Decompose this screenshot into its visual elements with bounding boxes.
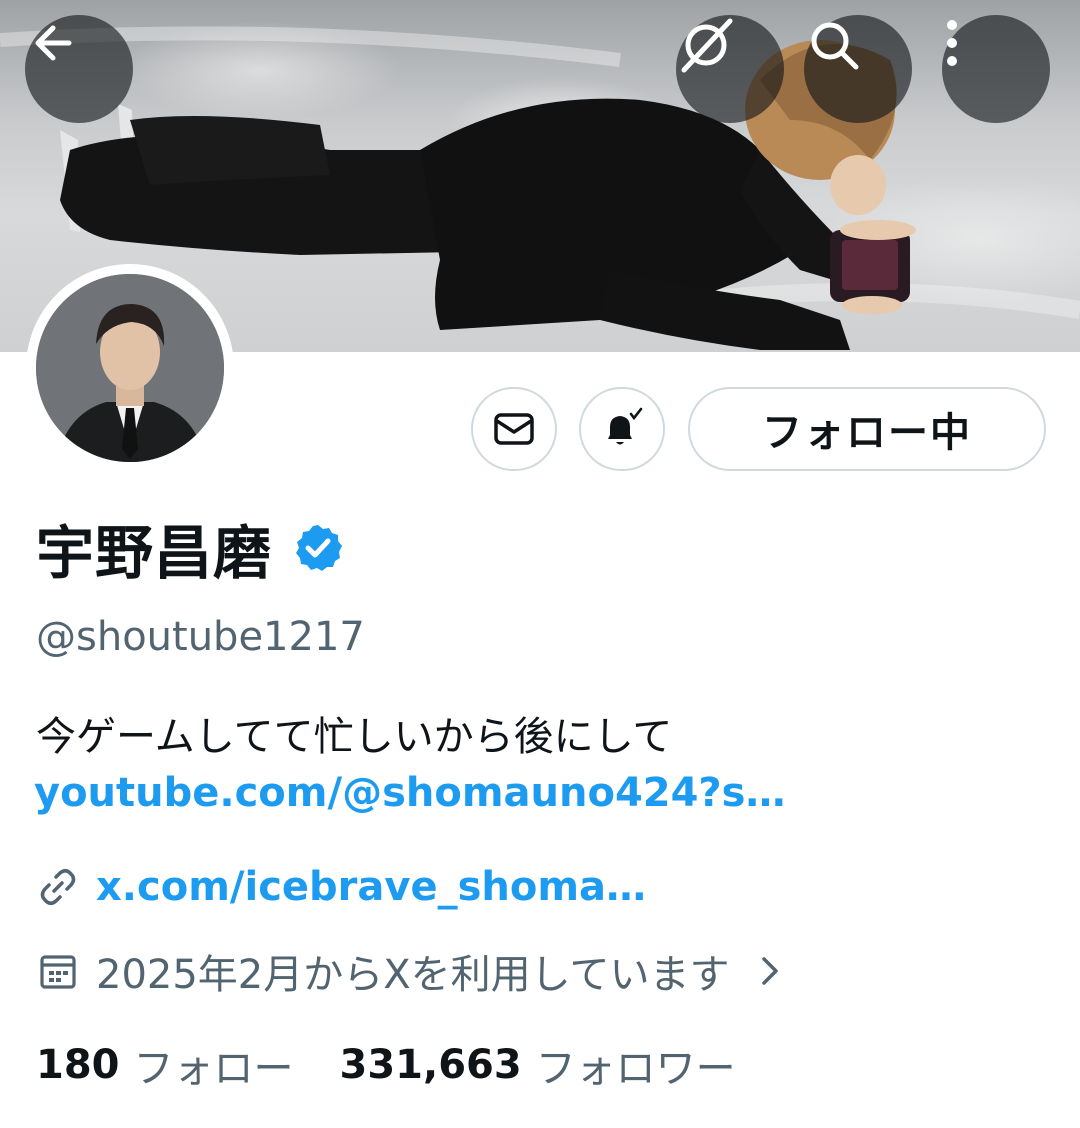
display-name: 宇野昌磨 [36, 519, 273, 587]
chevron-right-icon [762, 957, 779, 985]
followers-stat[interactable]: 331,663 フォロワー [340, 1036, 736, 1094]
grok-button[interactable] [676, 15, 784, 123]
joined-date: 2025年2月からXを利用しています [96, 952, 730, 998]
follow-stats: 180 フォロー 331,663 フォロワー [36, 1036, 736, 1094]
grok-icon [681, 18, 733, 73]
mail-icon [494, 413, 534, 445]
website-link[interactable]: x.com/icebrave_shoma… [96, 864, 646, 910]
more-button[interactable] [942, 15, 1050, 123]
display-name-row: 宇野昌磨 [36, 506, 344, 590]
joined-row[interactable]: 2025年2月からXを利用しています [36, 942, 785, 1000]
user-handle: @shoutube1217 [36, 614, 365, 660]
followers-label: フォロワー [535, 1046, 736, 1092]
notifications-button[interactable] [579, 387, 665, 471]
following-label: フォロー [133, 1046, 294, 1092]
message-button[interactable] [471, 387, 557, 471]
following-button-label: フォロー中 [762, 410, 972, 456]
bio-link[interactable]: youtube.com/@shomauno424?s… [34, 770, 785, 816]
calendar-icon [40, 955, 76, 989]
verified-badge-icon[interactable] [292, 522, 344, 574]
avatar-frame[interactable] [26, 264, 234, 472]
followers-count: 331,663 [339, 1042, 522, 1088]
search-icon [811, 22, 859, 70]
more-vertical-icon [947, 20, 957, 66]
bell-check-icon [608, 407, 643, 445]
website-row: x.com/icebrave_shoma… [36, 864, 646, 910]
back-arrow-icon [35, 25, 72, 61]
following-count: 180 [36, 1042, 120, 1088]
link-icon [40, 869, 76, 905]
avatar [36, 274, 224, 462]
search-button[interactable] [804, 15, 912, 123]
bio-text: 今ゲームしてて忙しいから後にして [36, 714, 673, 760]
back-button[interactable] [25, 15, 133, 123]
following-stat[interactable]: 180 フォロー [36, 1036, 294, 1094]
following-button[interactable]: フォロー中 [688, 387, 1046, 471]
